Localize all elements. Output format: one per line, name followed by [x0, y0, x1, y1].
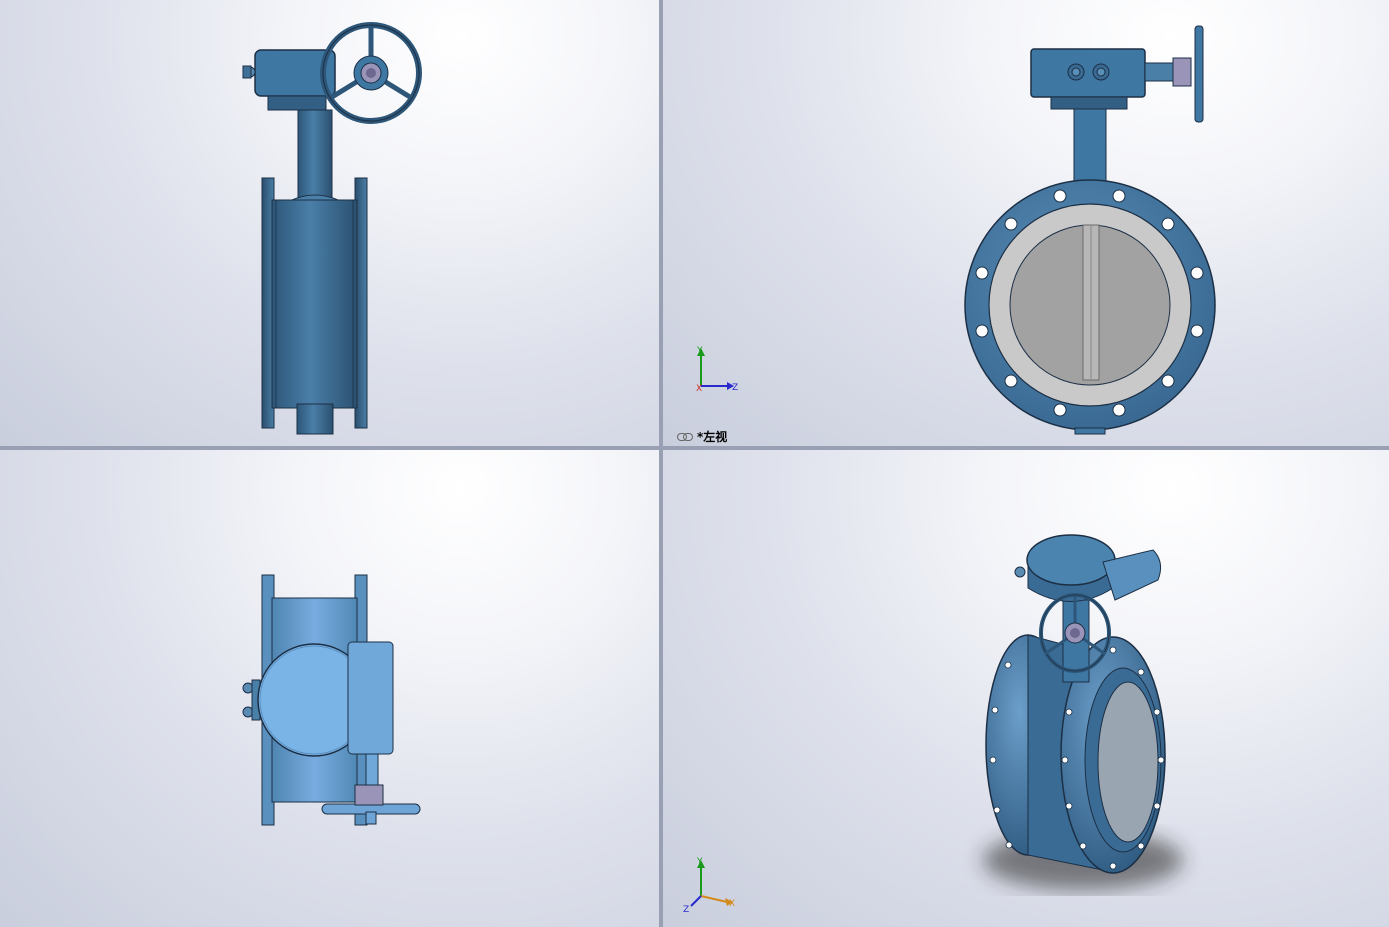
triad-x-label: X — [729, 899, 735, 909]
axis-triad: Y Z X — [696, 346, 738, 394]
viewport-front[interactable] — [0, 0, 659, 446]
viewport-top[interactable] — [0, 450, 659, 927]
valve-front-view — [242, 22, 422, 435]
view-name-label[interactable]: *左视 — [677, 428, 727, 445]
triad-y-label: Y — [696, 857, 703, 867]
axis-triad-iso: Y X Z — [683, 857, 735, 915]
triad-y-label: Y — [696, 346, 703, 356]
viewport-isometric[interactable]: Y X Z — [663, 450, 1389, 927]
valve-top-view — [242, 574, 421, 826]
triad-z-label: Z — [683, 905, 689, 915]
viewport-left[interactable]: Y Z X *左视 — [663, 0, 1389, 446]
triad-x-label: X — [696, 384, 702, 394]
triad-z-label: Z — [732, 383, 738, 393]
valve-left-view — [964, 25, 1216, 435]
valve-isometric-view — [983, 534, 1183, 890]
link-icon — [677, 432, 693, 441]
view-name-text: *左视 — [697, 430, 728, 444]
